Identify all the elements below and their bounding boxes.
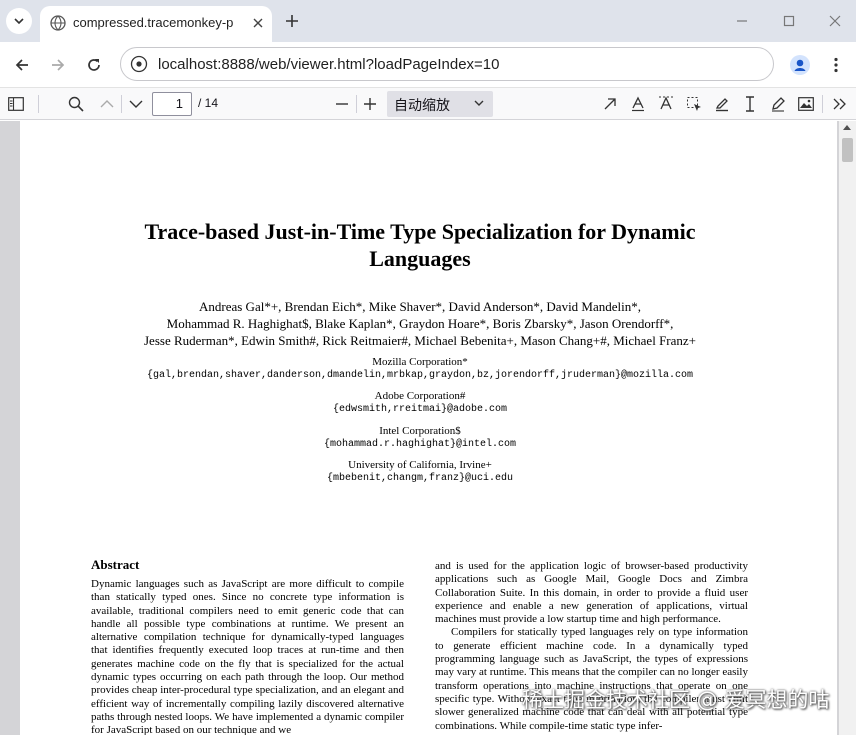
affiliation-email: {gal,brendan,shaver,danderson,dmandelin,… xyxy=(146,370,694,381)
minimize-button[interactable] xyxy=(731,10,753,32)
watermark: 稀土掘金技术社区 @ 爱冥想的咕 xyxy=(522,688,830,712)
select-area-button[interactable] xyxy=(682,92,706,116)
body-paragraph: Compilers for statically typed languages… xyxy=(435,626,748,732)
paper-title: Trace-based Just-in-Time Type Specializa… xyxy=(60,218,780,272)
page-count: / 14 xyxy=(198,96,219,110)
new-tab-button[interactable] xyxy=(281,10,303,32)
paper-title-line: Trace-based Just-in-Time Type Specializa… xyxy=(144,219,696,244)
navigation-bar: localhost:8888/web/viewer.html?loadPageI… xyxy=(0,42,856,88)
find-button[interactable] xyxy=(64,92,88,116)
zoom-select-value: 自动缩放 xyxy=(394,97,450,113)
tab-search-button[interactable] xyxy=(6,8,32,34)
open-link-button[interactable] xyxy=(598,92,622,116)
pdf-page: Trace-based Just-in-Time Type Specializa… xyxy=(20,121,837,735)
pdf-toolbar: 1 / 14 自动缩放 xyxy=(0,88,856,120)
browser-tab[interactable]: compressed.tracemonkey-pld xyxy=(40,6,272,42)
close-icon xyxy=(829,15,841,27)
chevron-down-icon xyxy=(129,100,143,108)
freetext-button[interactable] xyxy=(738,92,762,116)
body-paragraph: and is used for the application logic of… xyxy=(435,560,748,626)
author-list: Andreas Gal*+, Brendan Eich*, Mike Shave… xyxy=(60,298,780,349)
chevron-up-icon xyxy=(100,100,114,108)
avatar-icon xyxy=(790,55,810,75)
url-text: localhost:8888/web/viewer.html?loadPageI… xyxy=(158,56,500,73)
address-bar[interactable]: localhost:8888/web/viewer.html?loadPageI… xyxy=(120,47,774,81)
text-highlight-button[interactable] xyxy=(626,92,650,116)
ink-button[interactable] xyxy=(766,92,790,116)
window-close-button[interactable] xyxy=(824,10,846,32)
reload-icon xyxy=(88,59,100,71)
paper-title-line: Languages xyxy=(369,246,471,271)
secondary-toolbar-button[interactable] xyxy=(828,92,852,116)
minimize-icon xyxy=(737,20,747,22)
text-strike-button[interactable] xyxy=(654,92,678,116)
more-vert-icon xyxy=(834,57,838,73)
image-icon xyxy=(798,97,814,111)
arrow-left-icon xyxy=(15,59,28,71)
affiliation-email: {mohammad.r.haghighat}@intel.com xyxy=(323,439,517,450)
affiliation-org: Intel Corporation$ xyxy=(379,425,461,437)
maximize-button[interactable] xyxy=(778,10,800,32)
text-strike-icon xyxy=(659,96,673,110)
sidebar-toggle-button[interactable] xyxy=(4,92,28,116)
affiliation: Intel Corporation$ {mohammad.r.haghighat… xyxy=(60,424,780,451)
vertical-scrollbar[interactable] xyxy=(839,121,856,735)
tab-strip: compressed.tracemonkey-pld xyxy=(0,0,856,42)
plus-icon xyxy=(364,98,376,110)
chevron-down-icon xyxy=(14,18,24,25)
author-line: Jesse Ruderman*, Edwin Smith#, Rick Reit… xyxy=(144,333,696,348)
affiliation-email: {mbebenit,changm,franz}@uci.edu xyxy=(326,473,514,484)
stamp-button[interactable] xyxy=(794,92,818,116)
author-line: Mohammad R. Haghighat$, Blake Kaplan*, G… xyxy=(166,316,674,331)
maximize-icon xyxy=(783,15,795,27)
author-line: Andreas Gal*+, Brendan Eich*, Mike Shave… xyxy=(198,299,641,314)
text-color-icon xyxy=(632,96,644,112)
scrollbar-thumb[interactable] xyxy=(842,138,853,162)
forward-button[interactable] xyxy=(46,53,70,77)
affiliation: Adobe Corporation# {edwsmith,rreitmai}@a… xyxy=(60,389,780,416)
abstract-column: Dynamic languages such as JavaScript are… xyxy=(91,578,404,735)
tab-close-button[interactable] xyxy=(249,14,267,32)
chevron-down-icon xyxy=(474,100,484,106)
next-page-button[interactable] xyxy=(124,92,148,116)
tab-title: compressed.tracemonkey-pld xyxy=(73,15,233,30)
globe-icon xyxy=(50,15,66,31)
previous-page-button[interactable] xyxy=(95,92,119,116)
zoom-out-button[interactable] xyxy=(330,92,354,116)
search-icon xyxy=(68,96,84,112)
pdf-viewer[interactable]: Trace-based Just-in-Time Type Specializa… xyxy=(0,121,856,735)
affiliation: University of California, Irvine+ {mbebe… xyxy=(60,458,780,485)
highlighter-icon xyxy=(715,98,728,112)
text-cursor-icon xyxy=(746,96,754,112)
highlight-button[interactable] xyxy=(710,92,734,116)
reload-button[interactable] xyxy=(82,53,106,77)
plus-icon xyxy=(286,15,298,27)
affiliation: Mozilla Corporation* {gal,brendan,shaver… xyxy=(60,355,780,382)
arrow-right-icon xyxy=(52,59,65,71)
abstract-text: Dynamic languages such as JavaScript are… xyxy=(91,578,404,735)
pen-icon xyxy=(772,97,785,112)
scroll-up-arrow[interactable] xyxy=(843,125,851,130)
back-button[interactable] xyxy=(10,53,34,77)
profile-button[interactable] xyxy=(788,53,812,77)
select-area-icon xyxy=(687,97,701,111)
site-info-icon[interactable] xyxy=(130,55,148,73)
zoom-select[interactable]: 自动缩放 xyxy=(387,91,493,117)
close-icon xyxy=(253,18,263,28)
affiliation-org: Mozilla Corporation* xyxy=(372,356,468,368)
affiliation-org: Adobe Corporation# xyxy=(374,390,466,402)
affiliation-email: {edwsmith,rreitmai}@adobe.com xyxy=(332,404,508,415)
double-chevron-right-icon xyxy=(833,98,846,110)
sidebar-icon xyxy=(8,97,24,111)
browser-menu-button[interactable] xyxy=(824,53,848,77)
abstract-heading: Abstract xyxy=(91,557,140,572)
arrow-up-right-icon xyxy=(604,98,616,110)
affiliation-org: University of California, Irvine+ xyxy=(348,459,492,471)
page-number-input[interactable]: 1 xyxy=(152,92,192,116)
zoom-in-button[interactable] xyxy=(358,92,382,116)
minus-icon xyxy=(336,103,348,105)
